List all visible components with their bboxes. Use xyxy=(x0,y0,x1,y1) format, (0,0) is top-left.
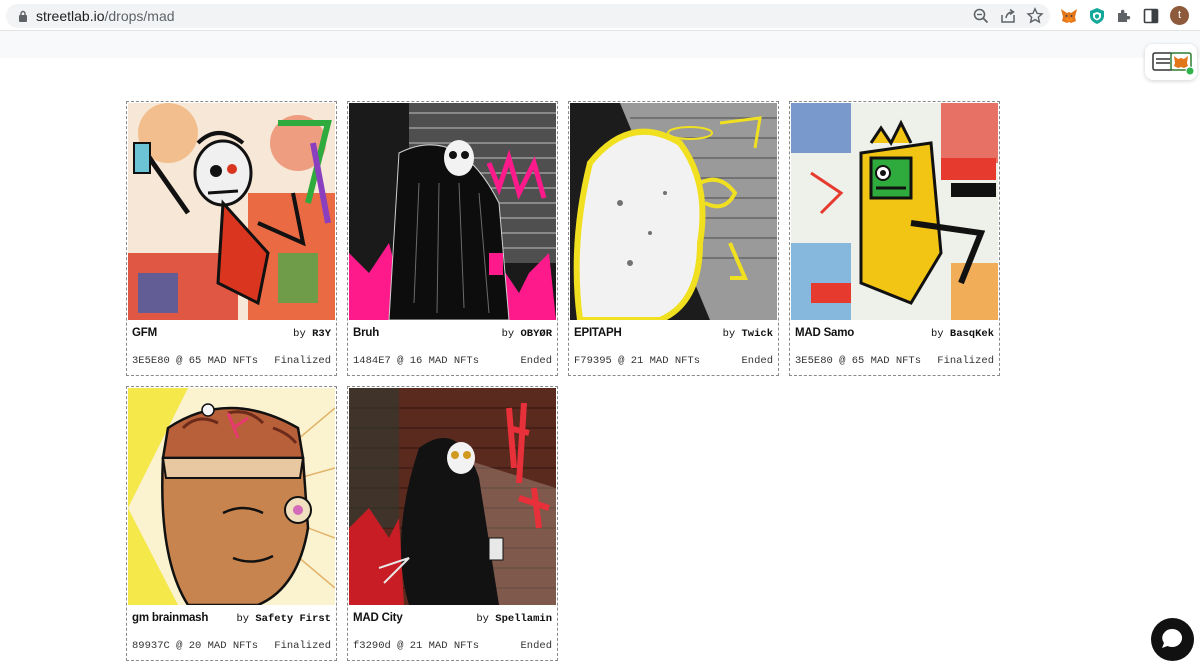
artwork-gfm-image xyxy=(128,103,335,320)
lock-icon[interactable] xyxy=(18,10,28,22)
drop-card[interactable]: EPITAPH by Twick F79395 @ 21 MAD NFTs En… xyxy=(568,101,779,376)
artist-name[interactable]: Twick xyxy=(741,328,773,340)
artist-name[interactable]: R3Y xyxy=(312,328,331,340)
drop-artist: by Spellamin xyxy=(476,613,552,625)
profile-avatar[interactable]: t xyxy=(1170,6,1189,25)
drop-card[interactable]: MAD City by Spellamin f3290d @ 21 MAD NF… xyxy=(347,386,558,661)
puzzle-icon[interactable] xyxy=(1114,6,1134,26)
drop-artist: by BasqKek xyxy=(931,328,994,340)
drop-title: MAD City xyxy=(353,612,403,624)
artist-name[interactable]: OBYØR xyxy=(520,328,552,340)
drop-artist: by R3Y xyxy=(293,328,331,340)
chat-button[interactable] xyxy=(1151,618,1194,661)
by-label: by xyxy=(293,328,306,340)
metamask-fox-icon[interactable] xyxy=(1059,6,1079,26)
drop-card[interactable]: Bruh by OBYØR 1484E7 @ 16 MAD NFTs Ended xyxy=(347,101,558,376)
drop-status: Finalized xyxy=(274,640,331,652)
drop-artist: by OBYØR xyxy=(502,328,552,340)
drop-title: GFM xyxy=(132,327,157,339)
by-label: by xyxy=(501,328,515,340)
side-panel-icon[interactable] xyxy=(1141,6,1161,26)
by-label: by xyxy=(722,328,736,340)
drop-title: Bruh xyxy=(353,327,380,339)
page-top-bar xyxy=(0,31,1200,58)
drop-artwork[interactable] xyxy=(349,388,556,605)
by-label: by xyxy=(930,328,944,340)
drop-meta: 1484E7 @ 16 MAD NFTs xyxy=(353,355,480,367)
drop-status: Finalized xyxy=(937,355,994,367)
drop-meta: f3290d @ 21 MAD NFTs xyxy=(353,640,480,652)
drop-status: Ended xyxy=(520,355,552,367)
drop-title: MAD Samo xyxy=(795,327,855,339)
by-label: by xyxy=(476,613,489,625)
drop-title: gm brainmash xyxy=(132,612,209,624)
url-path: /drops/mad xyxy=(104,8,175,24)
by-label: by xyxy=(236,613,250,625)
drop-card[interactable]: GFM by R3Y 3E5E80 @ 65 MAD NFTs Finalize… xyxy=(126,101,337,376)
artwork-epitaph-image xyxy=(570,103,777,320)
artist-name[interactable]: BasqKek xyxy=(950,328,994,340)
drop-meta: 89937C @ 20 MAD NFTs xyxy=(132,640,259,652)
star-icon[interactable] xyxy=(1026,7,1044,25)
drop-artwork[interactable] xyxy=(570,103,777,320)
wallet-widget-icon xyxy=(1152,52,1195,76)
drop-artwork[interactable] xyxy=(349,103,556,320)
artwork-mad-samo-image xyxy=(791,103,998,320)
artwork-mad-city-image xyxy=(349,388,556,605)
drop-status: Ended xyxy=(520,640,552,652)
drop-status: Ended xyxy=(741,355,773,367)
drop-artist: by Safety First xyxy=(236,613,331,625)
drop-title: EPITAPH xyxy=(574,327,622,339)
share-icon[interactable] xyxy=(999,7,1017,25)
artwork-gm-brainmash-image xyxy=(128,388,335,605)
drop-artwork[interactable] xyxy=(791,103,998,320)
drop-card[interactable]: MAD Samo by BasqKek 3E5E80 @ 65 MAD NFTs… xyxy=(789,101,1000,376)
chat-bubble-icon xyxy=(1162,628,1183,648)
artist-name[interactable]: Safety First xyxy=(255,613,331,625)
url-text[interactable]: streetlab.io/drops/mad xyxy=(36,8,175,24)
zoom-icon[interactable] xyxy=(972,7,990,25)
shield-extension-icon[interactable] xyxy=(1087,6,1107,26)
url-domain: streetlab.io xyxy=(36,8,105,24)
drop-meta: F79395 @ 21 MAD NFTs xyxy=(574,355,701,367)
drop-meta: 3E5E80 @ 65 MAD NFTs xyxy=(795,355,922,367)
drop-meta: 3E5E80 @ 65 MAD NFTs xyxy=(132,355,259,367)
drop-artwork[interactable] xyxy=(128,103,335,320)
drop-artwork[interactable] xyxy=(128,388,335,605)
drop-status: Finalized xyxy=(274,355,331,367)
browser-toolbar: streetlab.io/drops/mad t xyxy=(0,0,1200,31)
artwork-bruh-image xyxy=(349,103,556,320)
artist-name[interactable]: Spellamin xyxy=(495,613,552,625)
wallet-connect-widget[interactable] xyxy=(1145,44,1197,80)
drop-card[interactable]: gm brainmash by Safety First 89937C @ 20… xyxy=(126,386,337,661)
drop-artist: by Twick xyxy=(723,328,773,340)
address-bar[interactable]: streetlab.io/drops/mad xyxy=(6,4,1050,28)
